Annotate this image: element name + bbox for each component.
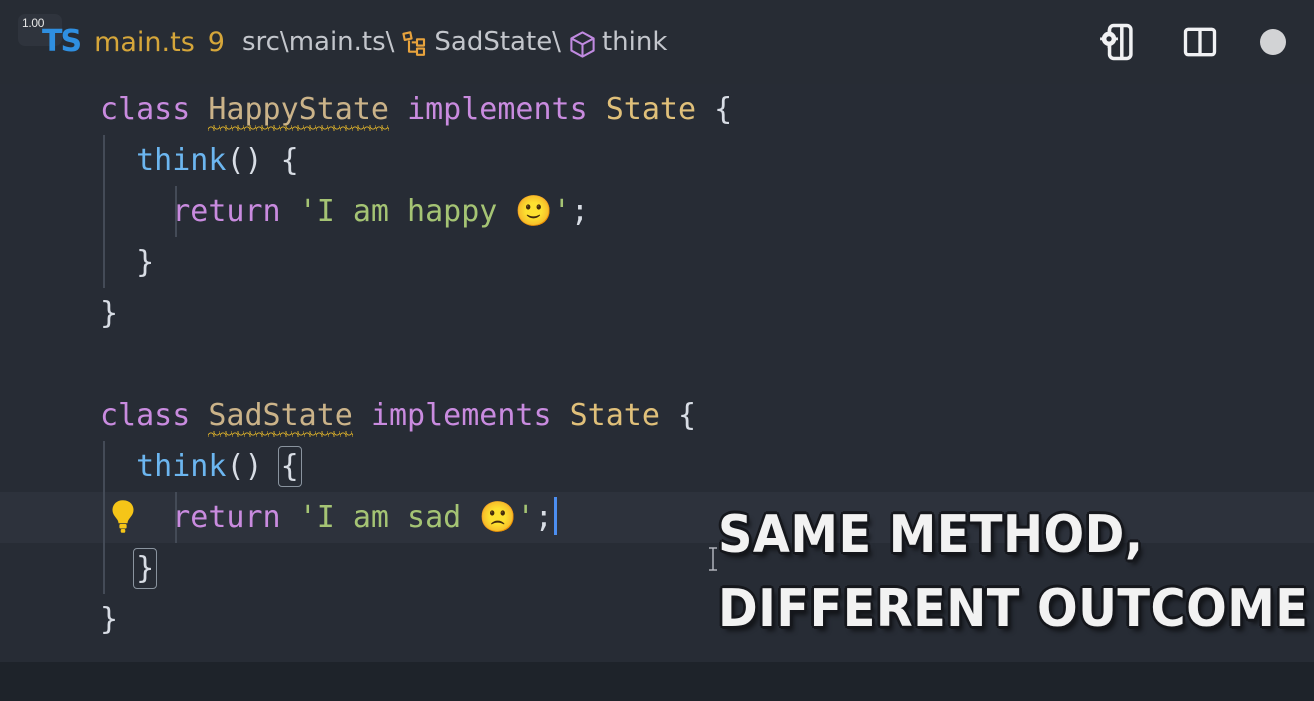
indent-guide — [103, 186, 105, 237]
quick-fix-lightbulb-icon[interactable] — [108, 498, 138, 536]
code-line[interactable]: return 'I am happy 🙂'; — [0, 186, 1314, 237]
code-token: think — [136, 449, 227, 484]
open-settings-panel-icon[interactable] — [1098, 21, 1140, 63]
class-symbol-icon — [400, 29, 430, 59]
breadcrumb-item-class[interactable]: SadState\ — [434, 27, 561, 57]
code-token: } — [100, 296, 119, 331]
unsaved-dot-icon[interactable] — [1260, 29, 1286, 55]
code-token: () { — [226, 143, 299, 178]
code-token: class — [100, 398, 191, 433]
code-tokens: } — [100, 602, 118, 637]
indent-guide — [103, 135, 105, 186]
code-line[interactable]: } — [0, 288, 1314, 339]
code-token: 'I am sad 🙁' — [298, 500, 535, 535]
tab-problem-count-badge: 9 — [207, 26, 225, 58]
indent-guide — [103, 237, 105, 288]
breadcrumb-item-method[interactable]: think — [602, 27, 667, 57]
code-token: return — [172, 194, 281, 229]
indent-guide — [175, 186, 177, 237]
code-tokens: think() { — [100, 143, 299, 178]
code-token: SadState — [208, 398, 353, 433]
code-line[interactable]: class SadState implements State { — [0, 390, 1314, 441]
indent-guide — [103, 492, 105, 543]
code-token: ; — [570, 194, 589, 229]
text-caret — [553, 497, 557, 535]
code-token: State — [605, 92, 697, 127]
method-symbol-icon — [567, 29, 598, 60]
code-line[interactable] — [0, 339, 1314, 390]
code-tokens: class HappyState implements State { — [100, 92, 732, 127]
code-line[interactable]: return 'I am sad 🙁'; — [0, 492, 1314, 543]
code-line[interactable]: } — [0, 543, 1314, 594]
code-token: HappyState — [208, 92, 389, 127]
code-tokens: think() { — [100, 446, 302, 487]
zoom-level-value: 1.00 — [22, 16, 45, 30]
code-token: { — [277, 446, 302, 487]
code-token: return — [172, 500, 281, 535]
code-editor[interactable]: class HappyState implements State { thin… — [0, 84, 1314, 662]
code-token: 'I am happy 🙂' — [298, 194, 571, 229]
code-line[interactable]: } — [0, 237, 1314, 288]
code-token: think — [136, 143, 227, 178]
editor-actions — [1098, 21, 1286, 63]
code-tokens: class SadState implements State { — [100, 398, 696, 433]
code-line[interactable]: think() { — [0, 441, 1314, 492]
code-token: State — [569, 398, 660, 433]
code-tokens: } — [100, 245, 154, 280]
code-token: { — [659, 398, 697, 433]
code-content: class HappyState implements State { thin… — [0, 84, 1314, 645]
indent-guide — [103, 441, 105, 492]
indent-guide — [103, 543, 105, 594]
code-token: ; — [534, 500, 553, 535]
indent-guide — [175, 492, 177, 543]
code-token: } — [100, 602, 119, 637]
split-editor-icon[interactable] — [1180, 22, 1220, 62]
code-token: () — [226, 449, 281, 484]
code-token: } — [133, 548, 158, 589]
code-token: { — [696, 92, 733, 127]
code-line[interactable]: think() { — [0, 135, 1314, 186]
code-token: class — [100, 92, 191, 127]
tab-filename[interactable]: main.ts — [94, 27, 195, 58]
breadcrumb: TS main.ts 9 src\main.ts\ SadState\ thin… — [28, 27, 1098, 58]
vscode-window: 1.00 TS main.ts 9 src\main.ts\ SadState\… — [0, 0, 1314, 701]
code-line[interactable]: class HappyState implements State { — [0, 84, 1314, 135]
editor-bottom-strip — [0, 662, 1314, 701]
typescript-file-icon: TS — [42, 24, 82, 59]
code-token: } — [100, 245, 155, 280]
code-token: implements — [407, 92, 588, 127]
breadcrumb-item-path[interactable]: src\main.ts\ — [242, 27, 394, 57]
code-tokens: } — [100, 296, 118, 331]
code-token: implements — [370, 398, 552, 433]
code-tokens: return 'I am happy 🙂'; — [100, 194, 589, 229]
code-tokens: } — [100, 548, 158, 589]
code-line[interactable]: } — [0, 594, 1314, 645]
editor-titlebar: 1.00 TS main.ts 9 src\main.ts\ SadState\… — [0, 0, 1314, 84]
code-tokens: return 'I am sad 🙁'; — [100, 500, 553, 535]
